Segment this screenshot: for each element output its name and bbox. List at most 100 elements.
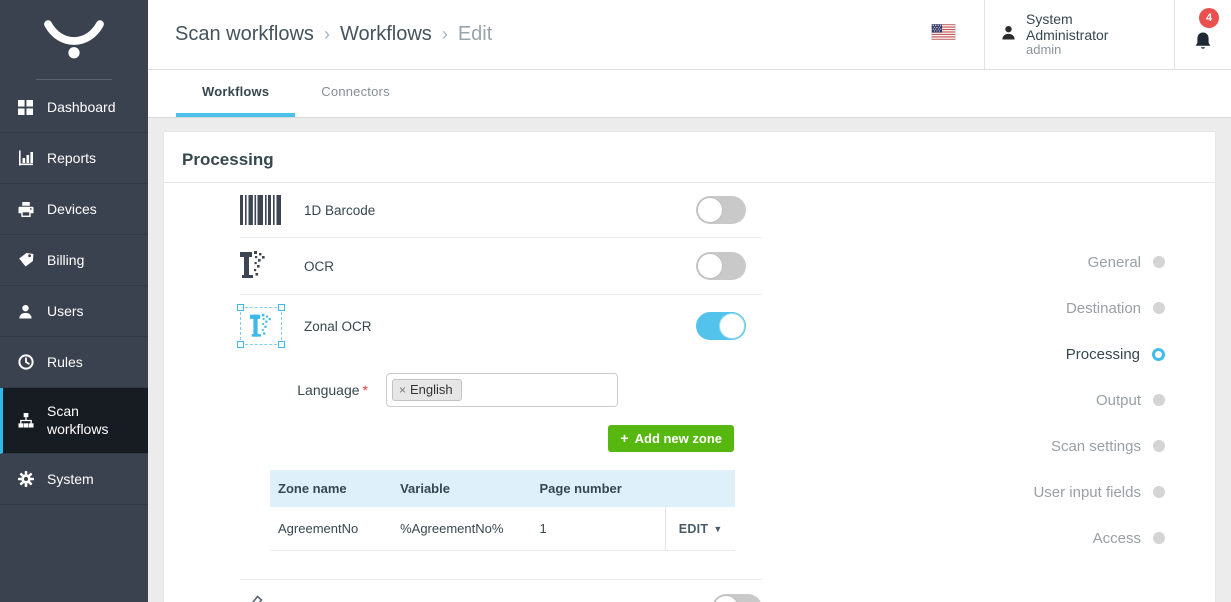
sitemap-icon: [17, 412, 34, 429]
sidebar-item-label: System: [47, 471, 94, 487]
breadcrumb-separator: ›: [324, 24, 330, 45]
sidebar-item-rules[interactable]: Rules: [0, 337, 148, 388]
language-chip: × English: [392, 379, 462, 401]
feature-row-1d-barcode: 1D Barcode: [240, 183, 762, 238]
dashboard-grid-icon: [17, 99, 34, 116]
zonal-ocr-icon: [240, 307, 284, 345]
sidebar-item-reports[interactable]: Reports: [0, 133, 148, 184]
feature-row-zonal-ocr: Zonal OCR: [240, 295, 762, 357]
user-menu[interactable]: System Administrator admin: [985, 0, 1175, 69]
barcode-icon: [240, 195, 284, 225]
toggle-partial[interactable]: [712, 594, 762, 602]
breadcrumb-scan-workflows[interactable]: Scan workflows: [175, 23, 314, 46]
tab-workflows[interactable]: Workflows: [176, 70, 295, 117]
chip-remove-icon[interactable]: ×: [399, 383, 406, 397]
cell-actions: EDIT▼: [666, 507, 735, 551]
sidebar-item-users[interactable]: Users: [0, 286, 148, 337]
section-nav-scan-settings[interactable]: Scan settings: [1033, 423, 1165, 469]
sidebar-item-label: Users: [47, 303, 84, 319]
sidebar-item-label: Devices: [47, 201, 97, 217]
language-label: Language*: [240, 382, 368, 398]
sidebar: Dashboard Reports Devices Billing: [0, 0, 148, 602]
toggle-knob: [719, 313, 745, 339]
sidebar-item-label: Rules: [47, 354, 83, 370]
ysoft-smile-logo-icon: [32, 12, 116, 69]
language-input[interactable]: × English: [386, 373, 618, 407]
nav-dot-icon: [1153, 486, 1165, 498]
sidebar-item-dashboard[interactable]: Dashboard: [0, 82, 148, 133]
language-field-row: Language* × English: [240, 373, 762, 407]
user-icon: [1001, 25, 1016, 45]
sidebar-item-devices[interactable]: Devices: [0, 184, 148, 235]
sidebar-item-label: Dashboard: [47, 99, 116, 115]
section-nav-user-input-fields[interactable]: User input fields: [1033, 469, 1165, 515]
section-nav-access[interactable]: Access: [1033, 515, 1165, 561]
language-selector[interactable]: [903, 0, 985, 69]
sidebar-item-system[interactable]: System: [0, 454, 148, 505]
plus-icon: +: [620, 430, 628, 446]
section-nav-label: User input fields: [1033, 484, 1141, 501]
breadcrumb-edit: Edit: [458, 23, 492, 46]
user-icon: [17, 303, 34, 320]
breadcrumb: Scan workflows › Workflows › Edit: [175, 0, 903, 69]
nav-dot-icon: [1153, 394, 1165, 406]
ocr-icon: [240, 250, 284, 282]
section-nav-processing[interactable]: Processing: [1033, 331, 1165, 377]
toggle-ocr[interactable]: [696, 252, 746, 280]
edit-dropdown-button[interactable]: EDIT▼: [679, 522, 723, 536]
language-label-text: Language: [297, 382, 359, 398]
app-window: Dashboard Reports Devices Billing: [0, 0, 1231, 602]
nav-dot-icon: [1153, 532, 1165, 544]
processing-card: Processing: [164, 132, 1215, 602]
main-area: Scan workflows › Workflows › Edit: [148, 0, 1231, 602]
tab-connectors[interactable]: Connectors: [295, 70, 415, 117]
zones-table-header-row: Zone name Variable Page number: [270, 470, 735, 507]
tab-label: Connectors: [321, 84, 389, 99]
breadcrumb-separator: ›: [442, 24, 448, 45]
toggle-knob: [713, 595, 739, 602]
section-nav: General Destination Processing Output Sc…: [1033, 239, 1165, 561]
logo[interactable]: [0, 0, 148, 80]
nav-dot-icon: [1153, 440, 1165, 452]
section-nav-label: Scan settings: [1051, 438, 1141, 455]
zones-table-row: AgreementNo %AgreementNo% 1 EDIT▼: [270, 507, 735, 551]
feature-label: 1D Barcode: [304, 203, 696, 218]
required-asterisk: *: [363, 382, 368, 398]
feature-label: OCR: [304, 259, 696, 274]
section-nav-label: Destination: [1066, 300, 1141, 317]
sidebar-item-scan-workflows[interactable]: Scan workflows: [0, 388, 148, 454]
content-area: Processing: [148, 118, 1231, 602]
section-nav-label: Output: [1096, 392, 1141, 409]
pencil-icon: [244, 594, 288, 602]
user-display-name: System Administrator: [1026, 11, 1158, 43]
notifications-button[interactable]: 4: [1175, 0, 1231, 69]
column-header-page-number: Page number: [531, 470, 665, 507]
toggle-1d-barcode[interactable]: [696, 196, 746, 224]
sidebar-item-label: Scan workflows: [47, 403, 125, 438]
section-nav-label: Processing: [1066, 346, 1140, 363]
section-nav-general[interactable]: General: [1033, 239, 1165, 285]
section-nav-output[interactable]: Output: [1033, 377, 1165, 423]
nav-dot-icon: [1153, 302, 1165, 314]
toggle-knob: [697, 197, 723, 223]
section-title: Processing: [164, 132, 1215, 183]
logo-divider: [36, 79, 112, 80]
feature-label: Zonal OCR: [304, 319, 696, 334]
add-new-zone-button[interactable]: + Add new zone: [608, 425, 734, 452]
sidebar-item-billing[interactable]: Billing: [0, 235, 148, 286]
zones-table: Zone name Variable Page number Agreement…: [270, 470, 735, 551]
sidebar-nav: Dashboard Reports Devices Billing: [0, 82, 148, 505]
section-nav-label: General: [1088, 254, 1141, 271]
cell-page-number: 1: [531, 507, 665, 551]
chevron-down-icon: ▼: [713, 524, 722, 534]
cell-zone-name: AgreementNo: [270, 507, 392, 551]
column-header-actions: [666, 470, 735, 507]
top-header: Scan workflows › Workflows › Edit: [148, 0, 1231, 70]
clock-icon: [17, 354, 34, 371]
column-header-variable: Variable: [392, 470, 531, 507]
toggle-knob: [697, 253, 723, 279]
section-nav-destination[interactable]: Destination: [1033, 285, 1165, 331]
nav-dot-icon: [1153, 256, 1165, 268]
breadcrumb-workflows[interactable]: Workflows: [340, 23, 432, 46]
toggle-zonal-ocr[interactable]: [696, 312, 746, 340]
